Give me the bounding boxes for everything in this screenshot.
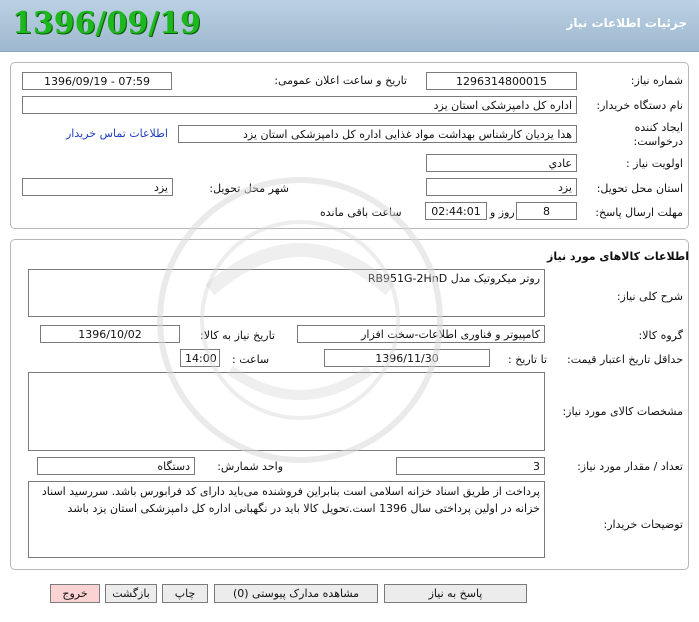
province-field: یزد — [426, 178, 577, 196]
need-number-field: 1296314800015 — [426, 72, 577, 90]
deadline-label: مهلت ارسال پاسخ: — [595, 206, 683, 219]
need-date-field: 1396/10/02 — [40, 325, 180, 343]
print-button[interactable]: چاپ — [162, 584, 208, 603]
until-label: تا تاریخ : — [508, 353, 547, 366]
city-label: شهر محل تحویل: — [209, 182, 289, 195]
reply-button[interactable]: پاسخ به نیاز — [384, 584, 527, 603]
specs-label: مشخصات کالای مورد نیاز: — [562, 405, 683, 418]
announce-field: 1396/09/19 - 07:59 — [22, 72, 172, 90]
buyer-org-label: نام دستگاه خریدار: — [596, 99, 683, 112]
city-field: یزد — [22, 178, 173, 196]
unit-label: واحد شمارش: — [217, 460, 283, 473]
requester-label-text: ایجاد کننده درخواست: — [633, 121, 683, 148]
desc-field: روتر میکروتیک مدل RB951G-2HnD — [28, 269, 545, 317]
time-label: ساعت : — [232, 353, 270, 366]
deadline-time-field: 02:44:01 — [425, 202, 487, 220]
validity-date-field: 1396/11/30 — [324, 349, 490, 367]
need-number-label: شماره نیاز: — [630, 74, 683, 87]
specs-field — [28, 372, 545, 451]
qty-field: 3 — [396, 457, 545, 475]
priority-field: عادي — [426, 154, 577, 172]
announce-label: تاریخ و ساعت اعلان عمومی: — [274, 74, 407, 87]
contact-buyer-link[interactable]: اطلاعات تماس خریدار — [66, 127, 168, 140]
page-title: جزئیات اطلاعات نیاز — [566, 16, 687, 30]
group-field: کامپیوتر و فناوری اطلاعات-سخت افزار — [297, 325, 545, 343]
attachments-button[interactable]: مشاهده مدارک پیوستی (0) — [214, 584, 378, 603]
validity-time-field: 14:00 — [180, 349, 220, 367]
unit-field: دستگاه — [37, 457, 195, 475]
buyer-notes-field: پرداخت از طریق اسناد خزانه اسلامی است بن… — [28, 481, 545, 558]
buyer-org-field: اداره کل دامپزشکی استان یزد — [22, 96, 577, 114]
buyer-notes-label: توضیحات خریدار: — [603, 518, 684, 531]
validity-label: حداقل تاریخ اعتبار قیمت: — [567, 353, 683, 366]
goods-section-title: اطلاعات کالاهای مورد نیاز — [547, 250, 689, 263]
desc-label: شرح کلی نیاز: — [616, 290, 683, 303]
days-word: روز و — [490, 206, 515, 219]
need-date-label: تاریخ نیاز به کالا: — [200, 329, 275, 342]
requester-field: هدا یزدیان کارشناس بهداشت مواد غذایی ادا… — [178, 125, 577, 143]
qty-label: تعداد / مقدار مورد نیاز: — [577, 460, 683, 473]
exit-button[interactable]: خروج — [50, 584, 100, 603]
priority-label: اولویت نیاز : — [625, 157, 683, 170]
back-button[interactable]: بازگشت — [105, 584, 157, 603]
date-stamp: 1396/09/19 — [12, 6, 201, 41]
province-label: استان محل تحویل: — [596, 182, 683, 195]
requester-label: ایجاد کننده درخواست: — [603, 121, 683, 149]
remaining-text: ساعت باقی مانده — [320, 206, 402, 219]
header-bar: جزئیات اطلاعات نیاز 1396/09/19 — [0, 0, 699, 52]
group-label: گروه کالا: — [638, 329, 683, 342]
deadline-days-field: 8 — [516, 202, 577, 220]
